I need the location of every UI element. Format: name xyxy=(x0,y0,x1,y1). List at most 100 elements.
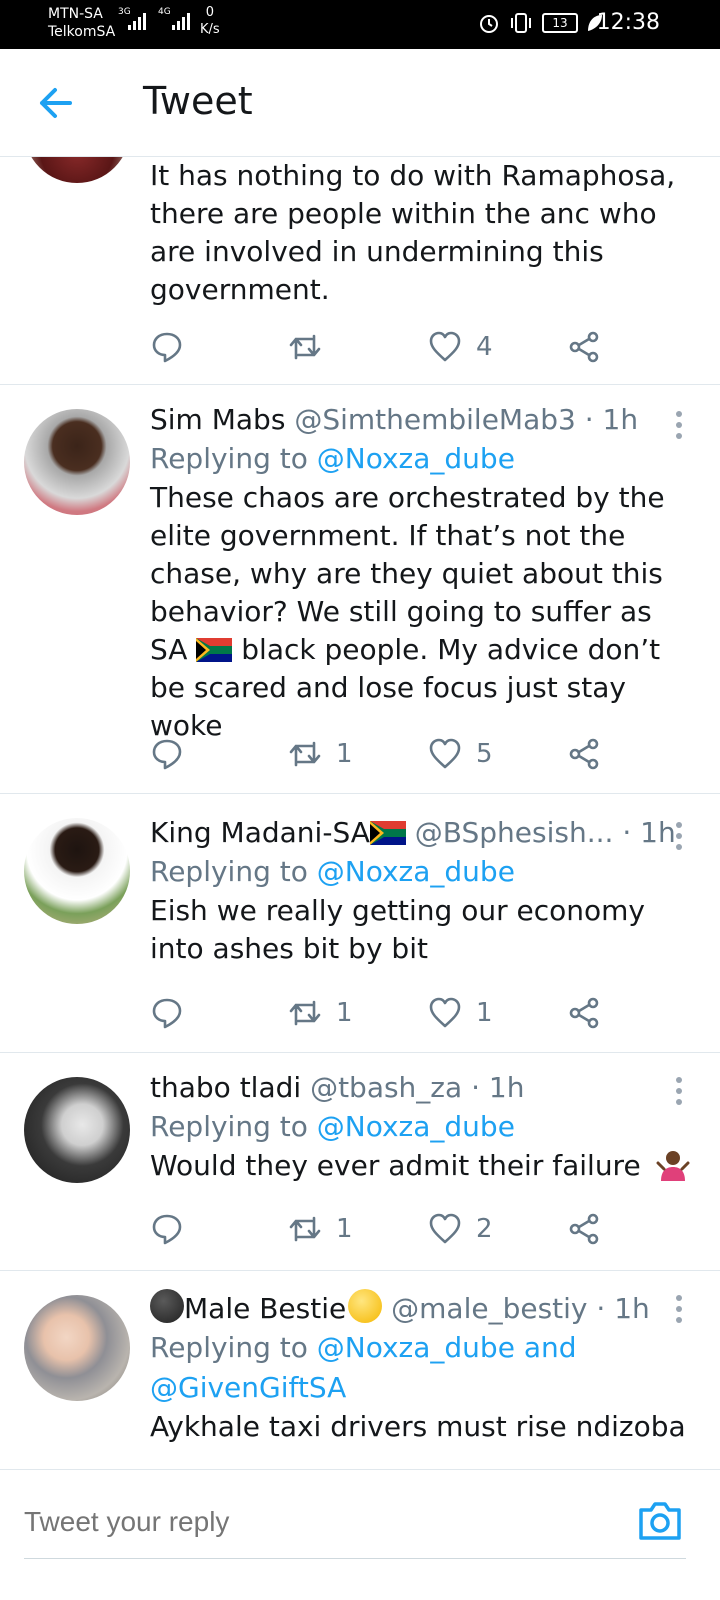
like-button[interactable]: 4 xyxy=(428,327,493,367)
battery-icon: 13 xyxy=(542,13,578,33)
more-icon[interactable] xyxy=(676,1295,684,1325)
tweet-time: · 1h xyxy=(622,816,676,849)
vibrate-icon xyxy=(511,13,531,33)
like-count: 5 xyxy=(476,739,493,769)
tweet-time: · 1h xyxy=(584,403,639,436)
reply-composer xyxy=(0,1469,720,1600)
retweet-count: 1 xyxy=(336,1214,353,1244)
avatar[interactable] xyxy=(24,1295,130,1401)
tweet-header: Sim Mabs @SimthembileMab3 · 1h xyxy=(150,401,696,439)
display-name[interactable]: Male Bestie xyxy=(184,1292,346,1325)
tweet-actions: 1 5 xyxy=(150,734,610,774)
network-speed: 0 K/s xyxy=(200,5,220,37)
page-title: Tweet xyxy=(143,79,253,123)
share-button[interactable] xyxy=(568,993,602,1033)
retweet-count: 1 xyxy=(336,998,353,1028)
replying-to: Replying to @Noxza_dube xyxy=(150,855,515,888)
system-icons: 13 xyxy=(478,12,604,34)
mention-link[interactable]: @Noxza_dube xyxy=(317,1110,515,1143)
tweet-item[interactable]: King Madani-SA @BSphesish... · 1h Replyi… xyxy=(0,794,720,1053)
back-arrow-icon[interactable] xyxy=(38,85,74,121)
clock: 12:38 xyxy=(596,10,660,35)
tweet-actions: 4 xyxy=(150,327,610,367)
share-button[interactable] xyxy=(568,734,602,774)
mention-link[interactable]: @Noxza_dube xyxy=(317,442,515,475)
display-name[interactable]: Sim Mabs xyxy=(150,403,285,436)
share-icon xyxy=(569,331,599,363)
user-handle[interactable]: @tbash_za xyxy=(310,1071,462,1104)
retweet-icon xyxy=(289,1216,321,1242)
signal-3g-icon: 3G xyxy=(118,7,148,30)
like-button[interactable]: 2 xyxy=(428,1209,493,1249)
retweet-icon xyxy=(289,334,321,360)
share-button[interactable] xyxy=(568,1209,602,1249)
south-africa-flag-icon xyxy=(369,821,406,845)
tweet-item[interactable]: thabo tladi @tbash_za · 1h Replying to @… xyxy=(0,1053,720,1271)
alarm-icon xyxy=(480,15,498,33)
camera-icon[interactable] xyxy=(637,1500,683,1542)
mention-link[interactable]: @Noxza_dube xyxy=(317,855,515,888)
tweet-text: It has nothing to do with Ramaphosa, the… xyxy=(150,159,676,306)
retweet-icon xyxy=(289,1000,321,1026)
retweet-button[interactable]: 1 xyxy=(288,734,353,774)
mention-link[interactable]: @GivenGiftSA xyxy=(150,1368,696,1408)
like-count: 4 xyxy=(476,332,493,362)
replying-to: Replying to @Noxza_dube xyxy=(150,442,515,475)
display-name[interactable]: King Madani-SA xyxy=(150,816,370,849)
share-button[interactable] xyxy=(568,327,602,367)
reply-feed[interactable]: It has nothing to do with Ramaphosa, the… xyxy=(0,157,720,1469)
avatar[interactable] xyxy=(24,409,130,515)
mention-link[interactable]: @Noxza_dube and xyxy=(317,1331,577,1364)
reply-button[interactable] xyxy=(150,993,184,1033)
tweet-actions: 1 2 xyxy=(150,1209,610,1249)
tweet-header: thabo tladi @tbash_za · 1h xyxy=(150,1069,696,1107)
carrier-1: MTN-SA xyxy=(48,6,103,22)
tweet-item[interactable]: Sim Mabs @SimthembileMab3 · 1h Replying … xyxy=(0,385,720,794)
tweet-header: King Madani-SA @BSphesish... · 1h xyxy=(150,814,696,852)
like-count: 1 xyxy=(476,998,493,1028)
like-button[interactable]: 1 xyxy=(428,993,493,1033)
reply-icon xyxy=(152,998,182,1029)
like-icon xyxy=(429,331,461,362)
more-icon[interactable] xyxy=(676,822,684,852)
tweet-header: Male Bestie @male_bestiy · 1h xyxy=(150,1289,696,1328)
like-count: 2 xyxy=(476,1214,493,1244)
reply-button[interactable] xyxy=(150,1209,184,1249)
like-icon xyxy=(429,1213,461,1244)
reply-button[interactable] xyxy=(150,734,184,774)
tweet-text: Aykhale taxi drivers must rise ndizoba xyxy=(150,1410,686,1443)
tweet-time: · 1h xyxy=(471,1071,525,1104)
reply-input[interactable] xyxy=(24,1502,604,1542)
avatar[interactable] xyxy=(24,1077,130,1183)
tweet-item[interactable]: It has nothing to do with Ramaphosa, the… xyxy=(0,157,720,385)
user-handle[interactable]: @male_bestiy xyxy=(391,1292,587,1325)
tweet-text: Eish we really getting our economy into … xyxy=(150,894,645,965)
share-icon xyxy=(569,997,599,1029)
user-handle[interactable]: @BSphesish... xyxy=(415,816,614,849)
avatar[interactable] xyxy=(24,157,130,183)
signal-indicators: 3G 4G xyxy=(118,7,192,30)
reply-icon xyxy=(152,739,182,770)
like-icon xyxy=(429,738,461,769)
smirk-emoji-icon xyxy=(348,1289,383,1323)
retweet-button[interactable]: 1 xyxy=(288,993,353,1033)
retweet-button[interactable] xyxy=(288,327,322,367)
tweet-item[interactable]: Male Bestie @male_bestiy · 1h Replying t… xyxy=(0,1271,720,1469)
reply-icon xyxy=(152,332,182,363)
reply-button[interactable] xyxy=(150,327,184,367)
more-icon[interactable] xyxy=(676,411,684,441)
like-button[interactable]: 5 xyxy=(428,734,493,774)
retweet-count: 1 xyxy=(336,739,353,769)
reply-icon xyxy=(152,1214,182,1245)
display-name[interactable]: thabo tladi xyxy=(150,1071,301,1104)
share-icon xyxy=(569,738,599,770)
like-icon xyxy=(429,997,461,1028)
share-icon xyxy=(569,1213,599,1245)
avatar[interactable] xyxy=(24,818,130,924)
replying-to: Replying to @Noxza_dube xyxy=(150,1110,515,1143)
tweet-time: · 1h xyxy=(596,1292,650,1325)
retweet-button[interactable]: 1 xyxy=(288,1209,353,1249)
user-handle[interactable]: @SimthembileMab3 xyxy=(294,403,576,436)
more-icon[interactable] xyxy=(676,1077,684,1107)
tweet-text: Would they ever admit their failure xyxy=(150,1147,696,1185)
